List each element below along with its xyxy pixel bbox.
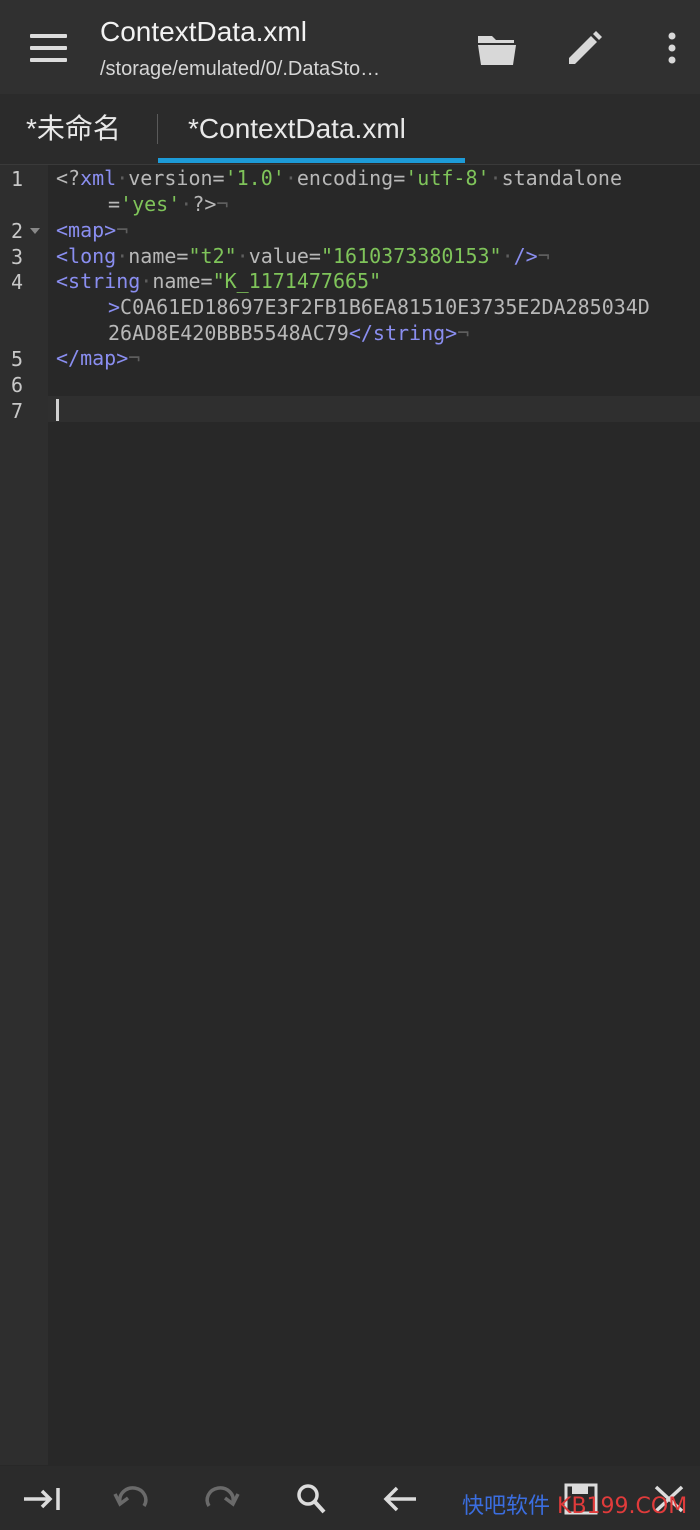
text-cursor [56,399,59,421]
code-line-1-wrap[interactable]: ='yes'·?>¬ [108,191,228,217]
xml-pi-name: xml [80,166,117,190]
more-vert-icon[interactable] [650,26,694,70]
tab-divider [157,114,158,144]
whitespace-dot: · [284,166,297,190]
line-number: 2 [11,219,24,243]
file-title: ContextData.xml [100,16,307,47]
attr-value: "t2" [188,244,237,268]
text-value: 26AD8E420BBB5548AC79 [108,321,349,345]
attr-name: value= [248,244,321,268]
attr-name: encoding= [296,166,406,190]
eol-marker: ¬ [537,244,550,268]
line-number: 5 [11,347,24,371]
attr-name: name= [152,269,213,293]
xml-tag: <long [56,244,117,268]
watermark-en: KB199.COM [557,1494,688,1519]
whitespace-dot: · [116,244,129,268]
code-line-3[interactable]: <long·name="t2"·value="1610373380153"·/>… [56,243,550,269]
code-line-1[interactable]: <?xml·version='1.0'·encoding='utf-8'·sta… [56,165,622,191]
xml-tag: /> [513,244,538,268]
search-icon[interactable] [290,1482,334,1516]
attr-name: standalone [501,166,622,190]
text-value: C0A61ED18697E3F2FB1B6EA81510E3735E2DA285… [120,295,650,319]
arrow-left-icon[interactable] [380,1482,424,1516]
app-bar: ContextData.xml /storage/emulated/0/.Dat… [0,0,700,94]
line-number: 6 [11,373,24,397]
attr-name: name= [128,244,189,268]
whitespace-dot: · [501,244,514,268]
eol-marker: ¬ [457,321,470,345]
current-line-highlight [48,396,700,422]
xml-tag: <string [56,269,141,293]
menu-icon[interactable] [30,34,68,62]
line-number: 3 [11,245,24,269]
code-line-5[interactable]: </map>¬ [56,345,140,371]
watermark: 快吧软件 KB199.COM [462,1488,687,1520]
attr-value: '1.0' [224,166,285,190]
line-number: 7 [11,399,24,423]
xml-tag: </map> [56,346,129,370]
eol-marker: ¬ [128,346,141,370]
attr-value: 'yes' [120,192,181,216]
eol-marker: ¬ [116,218,129,242]
xml-tag: <map> [56,218,117,242]
attr-value: "1610373380153" [320,244,502,268]
code-line-4-wrap-2[interactable]: 26AD8E420BBB5548AC79</string>¬ [108,320,469,346]
attr-name: version= [128,166,225,190]
pencil-icon[interactable] [563,26,607,70]
xml-tag: > [108,295,121,319]
watermark-cn: 快吧软件 [462,1494,551,1519]
tab-untitled[interactable]: *未命名 [26,94,121,164]
line-number: 1 [11,167,24,191]
fold-arrow-icon[interactable] [30,228,40,234]
whitespace-dot: · [236,244,249,268]
file-path: /storage/emulated/0/.DataSto… [100,58,381,80]
eol-marker: ¬ [216,192,229,216]
code-line-4-wrap[interactable]: >C0A61ED18697E3F2FB1B6EA81510E3735E2DA28… [108,294,650,320]
redo-icon[interactable] [199,1482,243,1516]
whitespace-dot: · [116,166,129,190]
attr-value: "K_1171477665" [212,269,382,293]
folder-open-icon[interactable] [475,26,519,70]
code-line-4[interactable]: <string·name="K_1171477665" [56,268,381,294]
line-number: 4 [11,270,24,294]
whitespace-dot: · [180,192,193,216]
attr-value: 'utf-8' [405,166,490,190]
xml-tag: </string> [348,321,458,345]
whitespace-dot: · [489,166,502,190]
tab-contextdata[interactable]: *ContextData.xml [188,94,406,164]
line-number-gutter [0,165,48,1465]
xml-pi-open: <? [56,166,81,190]
xml-pi-close: ?> [192,192,217,216]
undo-icon[interactable] [110,1482,154,1516]
whitespace-dot: · [140,269,153,293]
tab-indent-icon[interactable] [20,1482,64,1516]
code-line-2[interactable]: <map>¬ [56,217,128,243]
active-tab-indicator [158,158,465,163]
attr-equals: = [108,192,121,216]
tab-bar: *未命名 *ContextData.xml [0,94,700,165]
